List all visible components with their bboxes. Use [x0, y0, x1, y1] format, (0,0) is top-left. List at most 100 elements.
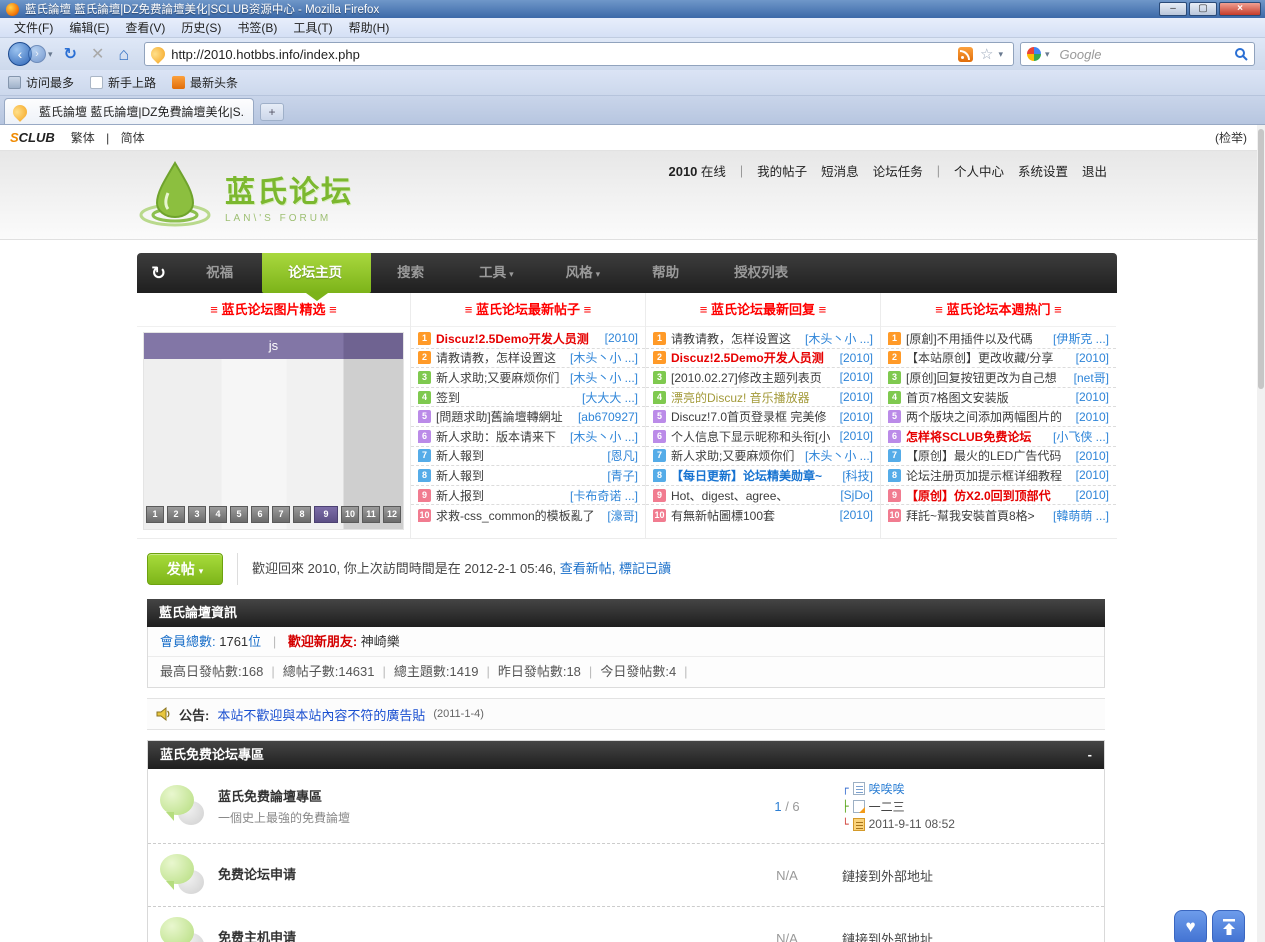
url-bar[interactable]: http://2010.hotbbs.info/index.php ☆ ▾	[144, 42, 1014, 66]
post-author[interactable]: [2010]	[1076, 488, 1109, 502]
post-author[interactable]: [2010]	[1076, 351, 1109, 365]
list-item[interactable]: 2 Discuz!2.5Demo开发人员测 [2010]	[646, 349, 880, 369]
post-author[interactable]: [木头丶小 ...]	[570, 369, 638, 386]
list-item[interactable]: 3 新人求助;又要麻烦你们 [木头丶小 ...]	[411, 368, 645, 388]
favorite-button[interactable]: ♥	[1174, 910, 1207, 942]
mark-read-link[interactable]: 標記已讀	[619, 561, 671, 576]
post-author[interactable]: [青子]	[607, 467, 638, 484]
post-author[interactable]: [卡布奇诺 ...]	[570, 487, 638, 504]
menu-item[interactable]: 编辑(E)	[61, 19, 117, 36]
list-item[interactable]: 8 论坛注册页加提示框详细教程 [2010]	[881, 466, 1116, 486]
post-title[interactable]: 有無新帖圖標100套	[671, 507, 836, 524]
post-author[interactable]: [ab670927]	[578, 410, 638, 424]
post-author[interactable]: [2010]	[840, 410, 873, 424]
post-author[interactable]: [2010]	[840, 390, 873, 404]
table-row[interactable]: 免费主机申请 N/A 鏈接到外部地址	[148, 906, 1104, 942]
new-tab-button[interactable]: +	[260, 103, 284, 121]
navbar-item[interactable]: 帮助	[626, 253, 708, 293]
search-input[interactable]: Google	[1054, 47, 1234, 62]
list-item[interactable]: 4 漂亮的Discuz! 音乐播放器 [2010]	[646, 388, 880, 408]
topnav-link[interactable]: 个人中心	[954, 161, 1004, 180]
post-title[interactable]: 【原创】仿X2.0回到顶部代	[906, 487, 1072, 504]
home-button[interactable]: ⌂	[118, 44, 129, 65]
post-title[interactable]: Discuz!2.5Demo开发人员测	[436, 330, 601, 347]
post-title[interactable]: [問題求助]舊論壇轉網址	[436, 408, 574, 425]
post-title[interactable]: 个人信息下显示昵称和头衔[小	[671, 428, 836, 445]
post-author[interactable]: [科技]	[842, 467, 873, 484]
post-title[interactable]: [原创]回复按钮更改为自己想	[906, 369, 1070, 386]
post-title[interactable]: 拜託~幫我安裝首頁8格>	[906, 507, 1049, 524]
bookmark-most-visited[interactable]: 访问最多	[8, 74, 74, 91]
bookmark-getting-started[interactable]: 新手上路	[90, 74, 156, 91]
list-item[interactable]: 5 [問題求助]舊論壇轉網址 [ab670927]	[411, 407, 645, 427]
list-item[interactable]: 4 首页7格图文安装版 [2010]	[881, 388, 1116, 408]
list-item[interactable]: 9 【原创】仿X2.0回到顶部代 [2010]	[881, 486, 1116, 506]
post-title[interactable]: [原創]不用插件以及代碼	[906, 330, 1049, 347]
navbar-item[interactable]: 论坛主页	[262, 253, 371, 293]
pager-button[interactable]: 3	[188, 506, 206, 523]
post-author[interactable]: [2010]	[840, 508, 873, 522]
post-title[interactable]: 新人報到	[436, 467, 603, 484]
post-title[interactable]: 请教请教，怎样设置这	[671, 330, 801, 347]
forum-name-link[interactable]: 免费论坛申请	[218, 864, 732, 883]
pager-button[interactable]: 11	[362, 506, 380, 523]
list-item[interactable]: 2 请教请教，怎样设置这 [木头丶小 ...]	[411, 349, 645, 369]
announcement-link[interactable]: 本站不歡迎與本站內容不符的廣告貼	[217, 705, 425, 724]
post-title[interactable]: 【每日更新】论坛精美勋章~	[671, 467, 838, 484]
topnav-link[interactable]: 论坛任务	[873, 161, 923, 180]
post-author[interactable]: [木头丶小 ...]	[570, 428, 638, 445]
post-author[interactable]: [2010]	[840, 370, 873, 384]
lastpost-thread-link[interactable]: 唉唉唉	[869, 780, 905, 797]
post-author[interactable]: [韓萌萌 ...]	[1053, 507, 1109, 524]
topnav-link[interactable]: 系统设置	[1018, 161, 1068, 180]
list-item[interactable]: 10 拜託~幫我安裝首頁8格> [韓萌萌 ...]	[881, 505, 1116, 525]
back-to-top-button[interactable]	[1212, 910, 1245, 942]
tab-forum[interactable]: 藍氏論壇 藍氏論壇|DZ免費論壇美化|S...	[4, 98, 254, 124]
pager-button[interactable]: 9	[314, 506, 338, 523]
list-item[interactable]: 1 请教请教，怎样设置这 [木头丶小 ...]	[646, 329, 880, 349]
list-item[interactable]: 4 签到 [大大大 ...]	[411, 388, 645, 408]
post-author[interactable]: [2010]	[1076, 390, 1109, 404]
post-title[interactable]: 求救-css_common的模板亂了	[436, 507, 603, 524]
post-author[interactable]: [2010]	[840, 351, 873, 365]
table-row[interactable]: 蓝氏免费論壇專區 一個史上最強的免費論壇 1 / 6 ┌唉唉唉 ├一二三 └20…	[148, 769, 1104, 843]
post-title[interactable]: 新人求助;又要麻烦你们	[436, 369, 566, 386]
forum-name-link[interactable]: 蓝氏免费論壇專區	[218, 786, 732, 805]
pager-button[interactable]: 12	[383, 506, 401, 523]
post-author[interactable]: [2010]	[605, 331, 638, 345]
post-title[interactable]: 【原创】最火的LED广告代码	[906, 447, 1072, 464]
username[interactable]: 2010	[668, 164, 697, 179]
view-new-posts-link[interactable]: 查看新帖,	[560, 561, 616, 576]
threads-count-link[interactable]: 1	[774, 799, 781, 814]
list-item[interactable]: 5 两个版块之间添加两幅图片的 [2010]	[881, 407, 1116, 427]
post-author[interactable]: [小飞侠 ...]	[1053, 428, 1109, 445]
search-engine-dropdown-icon[interactable]: ▾	[1045, 49, 1050, 60]
topnav-link[interactable]: 我的帖子	[757, 161, 807, 180]
bookmark-latest-headlines[interactable]: 最新头条	[172, 74, 238, 91]
post-author[interactable]: [木头丶小 ...]	[805, 330, 873, 347]
new-friend-value[interactable]: 神崎樂	[357, 634, 400, 649]
new-post-button[interactable]: 发帖▾	[147, 553, 223, 585]
post-author[interactable]: [木头丶小 ...]	[570, 349, 638, 366]
minimize-button[interactable]: –	[1159, 2, 1187, 16]
topnav-link[interactable]: 短消息	[821, 161, 859, 180]
post-title[interactable]: 签到	[436, 389, 578, 406]
list-item[interactable]: 6 怎样将SCLUB免费论坛 [小飞侠 ...]	[881, 427, 1116, 447]
maximize-button[interactable]: ▢	[1189, 2, 1217, 16]
list-item[interactable]: 10 有無新帖圖標100套 [2010]	[646, 505, 880, 525]
menu-item[interactable]: 文件(F)	[6, 19, 61, 36]
list-item[interactable]: 6 个人信息下显示昵称和头衔[小 [2010]	[646, 427, 880, 447]
menu-item[interactable]: 查看(V)	[117, 19, 173, 36]
list-item[interactable]: 6 新人求助：版本请来下 [木头丶小 ...]	[411, 427, 645, 447]
post-title[interactable]: 新人報到	[436, 447, 603, 464]
list-item[interactable]: 7 新人求助;又要麻烦你们 [木头丶小 ...]	[646, 447, 880, 467]
post-title[interactable]: 论坛注册页加提示框详细教程	[906, 467, 1072, 484]
reload-button[interactable]: ↻	[64, 44, 77, 64]
post-author[interactable]: [濠哥]	[607, 507, 638, 524]
list-item[interactable]: 1 Discuz!2.5Demo开发人员测 [2010]	[411, 329, 645, 349]
search-icon[interactable]	[1234, 47, 1248, 61]
post-title[interactable]: 新人求助：版本请来下	[436, 428, 566, 445]
search-box[interactable]: ▾ Google	[1020, 42, 1255, 66]
pager-button[interactable]: 6	[251, 506, 269, 523]
topnav-link[interactable]: 退出	[1082, 161, 1107, 180]
